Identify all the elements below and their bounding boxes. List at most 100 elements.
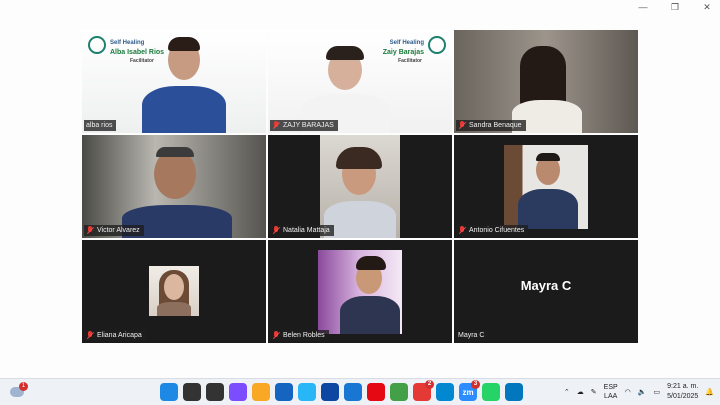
participant-tile[interactable]: Victor Alvarez (82, 135, 266, 238)
participant-name: Eliana Aricapa (97, 332, 142, 339)
edge-icon[interactable] (321, 383, 339, 401)
participant-video: Self Healing Alba Isabel Rios Facilitato… (82, 30, 266, 133)
participant-name: Victor Alvarez (97, 227, 140, 234)
participant-video (320, 135, 400, 238)
mic-muted-icon (458, 226, 466, 235)
participant-tile[interactable]: Mayra C Mayra C (454, 240, 638, 343)
keyboard-layout: LAA (604, 393, 618, 400)
mic-muted-icon (458, 121, 466, 130)
person-uniform (340, 296, 400, 334)
mic-muted-icon (86, 226, 94, 235)
store-icon[interactable] (275, 383, 293, 401)
teams-icon[interactable] (298, 383, 316, 401)
windows-taskbar: 1 2 zm 3 ⌃ ☁ ✎ ESP LAA ◠ 🔈 ▭ 9:21 a. m. 5/… (0, 378, 720, 405)
file-explorer-icon[interactable] (252, 383, 270, 401)
participant-video (149, 266, 199, 316)
participant-name-tag: Antonio Cifuentes (456, 225, 529, 236)
participant-video (318, 250, 402, 334)
person-hair (336, 147, 382, 169)
chrome-icon[interactable] (390, 383, 408, 401)
participant-name: Mayra C (458, 332, 485, 339)
person-face (164, 274, 184, 300)
pen-icon[interactable]: ✎ (591, 388, 597, 396)
app-badge: 3 (471, 380, 480, 389)
participant-video (454, 30, 638, 133)
participant-video: Self Healing Zaiy Barajas Facilitator (268, 30, 452, 133)
person-hair (536, 153, 560, 161)
onedrive-icon[interactable]: ☁ (577, 388, 584, 396)
logo-name: Alba Isabel Rios (110, 49, 165, 56)
task-view-icon[interactable] (206, 383, 224, 401)
search-icon[interactable] (183, 383, 201, 401)
notification-bell-icon[interactable]: 🔔 (705, 388, 714, 396)
logo-name: Zaiy Barajas (382, 49, 424, 56)
participant-name: Belen Robles (283, 332, 325, 339)
photos-icon[interactable] (505, 383, 523, 401)
participant-name-tag: alba rios (84, 120, 117, 131)
whatsapp-icon[interactable] (482, 383, 500, 401)
language-indicator[interactable]: ESP LAA (604, 383, 618, 401)
participant-name-tag: ZAJY BARAJAS (270, 120, 338, 131)
participant-video (504, 145, 588, 229)
copilot-icon[interactable] (229, 383, 247, 401)
word-icon[interactable] (344, 383, 362, 401)
mic-muted-icon (272, 226, 280, 235)
participant-tile[interactable]: Natalia Mattaja (268, 135, 452, 238)
participant-name: alba rios (86, 122, 113, 129)
participant-tile[interactable]: Eliana Aricapa (82, 240, 266, 343)
edge-alt-icon[interactable] (436, 383, 454, 401)
person-hair (326, 46, 364, 60)
person-hair (520, 46, 566, 108)
participant-tile[interactable]: Belen Robles (268, 240, 452, 343)
gallery-view: Self Healing Alba Isabel Rios Facilitato… (82, 30, 638, 343)
system-tray: ⌃ ☁ ✎ ESP LAA ◠ 🔈 ▭ 9:21 a. m. 5/01/2025… (564, 382, 714, 402)
clock-date: 5/01/2025 (667, 393, 699, 400)
mic-muted-icon (86, 331, 94, 340)
window-controls: — ❐ ✕ (636, 2, 714, 13)
participant-name-tag: Eliana Aricapa (84, 330, 146, 341)
person-hair (156, 147, 194, 157)
participant-name: Antonio Cifuentes (469, 227, 525, 234)
person-shirt (157, 302, 191, 316)
person-shirt (324, 201, 396, 238)
participant-name: Sandra Benaque (469, 122, 522, 129)
clock-time: 9:21 a. m. (667, 383, 699, 390)
language-code: ESP (603, 384, 618, 391)
notification-badge: 1 (19, 382, 28, 391)
participant-name-tag: Victor Alvarez (84, 225, 144, 236)
participant-video (82, 135, 266, 238)
windows-start-icon[interactable] (160, 383, 178, 401)
self-healing-logo (428, 36, 446, 54)
participant-name: ZAJY BARAJAS (283, 122, 334, 129)
participant-name: Natalia Mattaja (283, 227, 330, 234)
logo-title: Self Healing (389, 40, 424, 46)
person-shirt (142, 86, 226, 133)
self-healing-logo (88, 36, 106, 54)
participant-name-tag: Sandra Benaque (456, 120, 526, 131)
restore-icon[interactable]: ❐ (668, 2, 682, 13)
participant-tile[interactable]: Antonio Cifuentes (454, 135, 638, 238)
chevron-up-icon[interactable]: ⌃ (564, 388, 570, 396)
person-suit (518, 189, 578, 229)
zoom-icon[interactable]: zm 3 (459, 380, 480, 401)
zoom-label: zm (462, 387, 474, 397)
minimize-icon[interactable]: — (636, 2, 650, 13)
mic-muted-icon (272, 121, 280, 130)
volume-icon[interactable]: 🔈 (638, 388, 647, 396)
logo-title: Self Healing (110, 40, 145, 46)
clock[interactable]: 9:21 a. m. 5/01/2025 (667, 382, 698, 402)
mic-muted-icon (272, 331, 280, 340)
wifi-icon[interactable]: ◠ (625, 388, 631, 396)
notification-widget[interactable]: 1 (10, 382, 28, 400)
zoom-meeting-window: — ❐ ✕ Self Healing Alba Isabel Rios Faci… (0, 0, 720, 378)
participant-tile[interactable]: Sandra Benaque (454, 30, 638, 133)
netflix-icon[interactable] (367, 383, 385, 401)
participant-tile[interactable]: Self Healing Zaiy Barajas Facilitator ZA… (268, 30, 452, 133)
participant-name-tag: Natalia Mattaja (270, 225, 334, 236)
participant-initials: Mayra C (520, 278, 572, 293)
battery-icon[interactable]: ▭ (654, 388, 661, 396)
telegram-icon[interactable]: 2 (413, 380, 434, 401)
participant-name-tag: Mayra C (456, 330, 489, 341)
close-icon[interactable]: ✕ (700, 2, 714, 13)
participant-tile[interactable]: Self Healing Alba Isabel Rios Facilitato… (82, 30, 266, 133)
